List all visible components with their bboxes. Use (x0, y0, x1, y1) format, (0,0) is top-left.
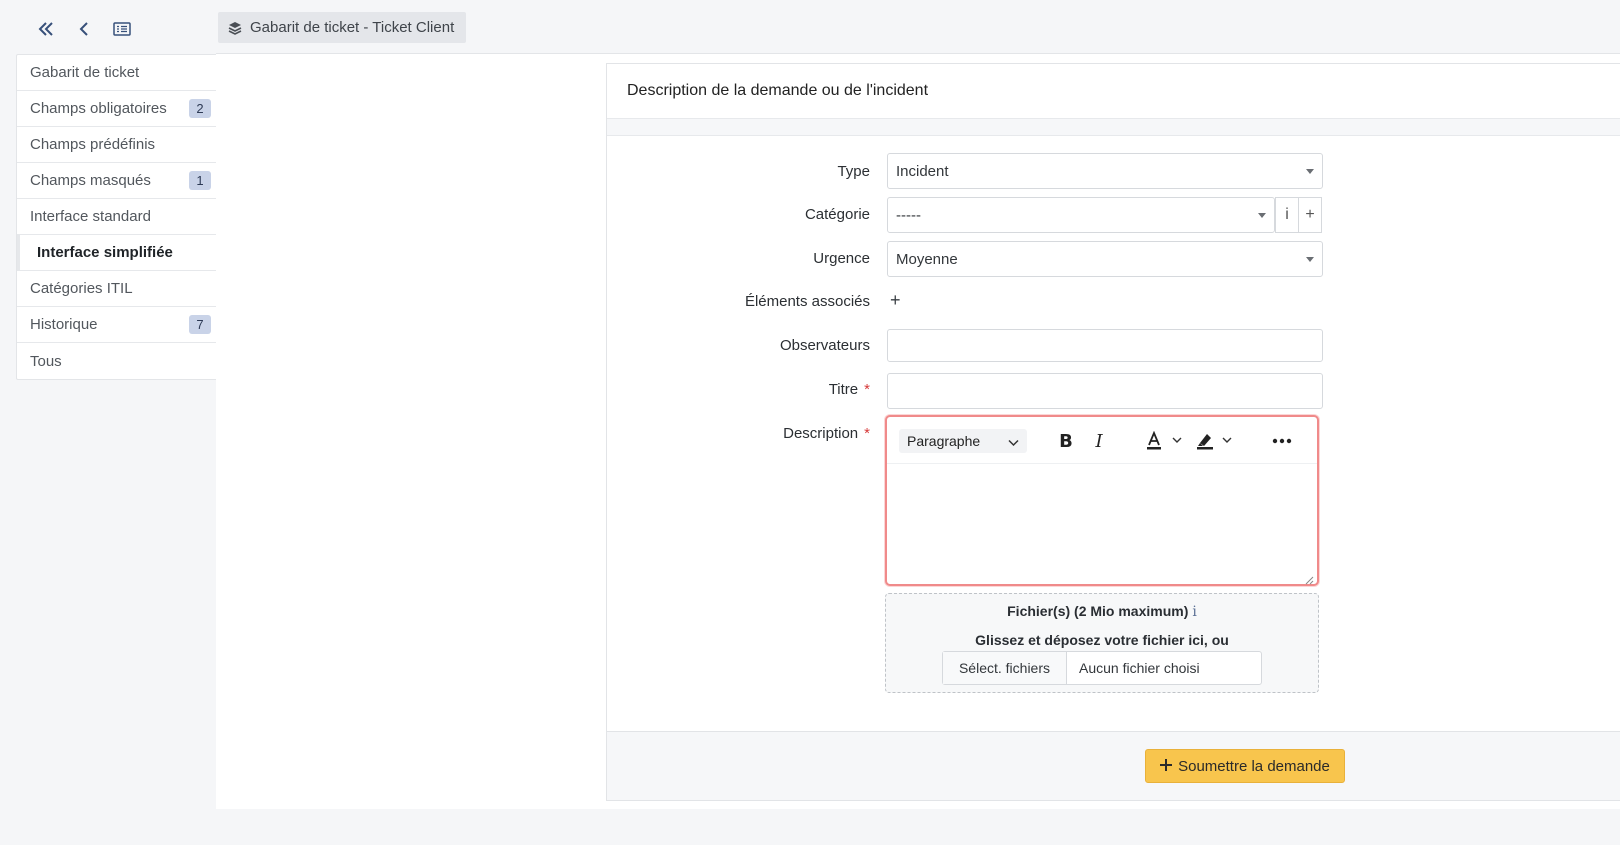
sidebar-item-label: Historique (30, 316, 98, 333)
breadcrumb: Gabarit de ticket - Ticket Client (218, 12, 467, 43)
items-label-row: Éléments associés (606, 293, 870, 313)
chevron-down-icon (1008, 435, 1019, 451)
sidebar-item-label: Catégories ITIL (30, 280, 133, 297)
editor-toolbar: Paragraphe B I (887, 417, 1317, 464)
sidebar-item-label: Champs prédéfinis (30, 136, 156, 153)
caret-down-icon (1306, 257, 1314, 262)
upload-title-row: Fichier(s) (2 Mio maximum) i (886, 603, 1318, 620)
title-label-row: Titre * (606, 381, 870, 401)
title-input[interactable] (887, 373, 1323, 409)
sidebar-item-champs-obligatoires[interactable]: Champs obligatoires 2 (17, 91, 217, 127)
type-select[interactable]: Incident (887, 153, 1323, 189)
urgency-label: Urgence (813, 250, 870, 267)
category-label-row: Catégorie (606, 206, 870, 226)
observers-label-row: Observateurs (606, 337, 870, 357)
category-info-button[interactable]: i (1275, 197, 1299, 233)
card-subheader (607, 119, 1620, 136)
bold-icon[interactable]: B (1055, 429, 1077, 453)
sidebar-item-champs-predefinis[interactable]: Champs prédéfinis (17, 127, 217, 163)
chevron-left-icon[interactable] (74, 18, 94, 40)
observers-label: Observateurs (779, 337, 870, 354)
editor-content[interactable] (897, 469, 1307, 574)
description-editor[interactable]: Paragraphe B I (885, 415, 1319, 586)
select-files-button[interactable]: Sélect. fichiers (943, 652, 1067, 684)
category-add-button[interactable]: + (1298, 197, 1322, 233)
plus-icon (1160, 758, 1173, 775)
urgency-label-row: Urgence (606, 250, 870, 270)
type-value: Incident (896, 162, 949, 180)
type-label: Type (837, 163, 870, 180)
card-title: Description de la demande ou de l'incide… (607, 64, 1620, 119)
file-input[interactable]: Sélect. fichiers Aucun fichier choisi (942, 651, 1262, 685)
italic-icon[interactable]: I (1089, 429, 1109, 453)
caret-down-icon (1306, 169, 1314, 174)
upload-info-icon[interactable]: i (1192, 604, 1196, 620)
observers-field[interactable] (887, 329, 1323, 362)
text-color-icon[interactable] (1145, 429, 1189, 453)
caret-down-icon (1258, 213, 1266, 218)
title-label-wrap: Titre * (829, 381, 870, 398)
upload-title: Fichier(s) (2 Mio maximum) (1007, 603, 1189, 619)
sidebar-tabs: Gabarit de ticket Champs obligatoires 2 … (16, 54, 218, 380)
file-name: Aucun fichier choisi (1079, 660, 1200, 676)
sidebar-item-interface-simplifiee[interactable]: Interface simplifiée (17, 235, 217, 271)
count-badge: 1 (189, 171, 211, 190)
sidebar-item-label: Interface simplifiée (37, 244, 173, 261)
required-mark: * (864, 381, 870, 398)
description-label-row: Description * (606, 425, 870, 445)
required-mark: * (864, 425, 870, 442)
urgency-select[interactable]: Moyenne (887, 241, 1323, 277)
double-chevron-left-icon[interactable] (36, 18, 56, 40)
sidebar-item-label: Gabarit de ticket (30, 64, 140, 81)
count-badge: 7 (189, 315, 211, 334)
breadcrumb-label[interactable]: Gabarit de ticket - Ticket Client (250, 19, 454, 36)
description-label: Description (783, 425, 859, 442)
block-format-value: Paragraphe (907, 433, 981, 449)
add-associated-item-button[interactable]: + (890, 290, 901, 311)
sidebar-item-champs-masques[interactable]: Champs masqués 1 (17, 163, 217, 199)
sidebar-item-historique[interactable]: Historique 7 (17, 307, 217, 343)
upload-hint: Glissez et déposez votre fichier ici, ou (975, 632, 1229, 648)
count-badge: 2 (189, 99, 211, 118)
description-label-wrap: Description * (783, 425, 870, 442)
items-label: Éléments associés (744, 293, 870, 310)
sidebar-item-tous[interactable]: Tous (17, 343, 217, 379)
highlight-color-icon[interactable] (1195, 429, 1239, 453)
layers-icon (228, 21, 242, 35)
sidebar-item-interface-standard[interactable]: Interface standard (17, 199, 217, 235)
resize-handle-icon[interactable] (1305, 572, 1314, 585)
submit-label: Soumettre la demande (1178, 757, 1330, 775)
category-label: Catégorie (804, 206, 870, 223)
sidebar-item-label: Tous (30, 352, 62, 370)
urgency-value: Moyenne (896, 250, 958, 268)
sidebar-item-categories-itil[interactable]: Catégories ITIL (17, 271, 217, 307)
category-select[interactable]: ----- i + (887, 197, 1322, 233)
sidebar-item-label: Champs obligatoires (30, 100, 167, 117)
sidebar-item-label: Interface standard (30, 208, 151, 225)
type-label-row: Type (606, 163, 870, 183)
block-format-select[interactable]: Paragraphe (899, 429, 1027, 453)
submit-button[interactable]: Soumettre la demande (1145, 749, 1345, 783)
title-label: Titre (828, 381, 859, 398)
sidebar-item-gabarit[interactable]: Gabarit de ticket (17, 55, 217, 91)
sidebar-item-label: Champs masqués (30, 172, 151, 189)
file-dropzone[interactable]: Fichier(s) (2 Mio maximum) i Glissez et d… (885, 593, 1319, 693)
more-options-icon[interactable] (1269, 429, 1295, 453)
top-nav (36, 18, 132, 40)
card-footer: Soumettre la demande (607, 731, 1620, 800)
category-value: ----- (896, 206, 921, 224)
list-view-icon[interactable] (112, 18, 132, 40)
